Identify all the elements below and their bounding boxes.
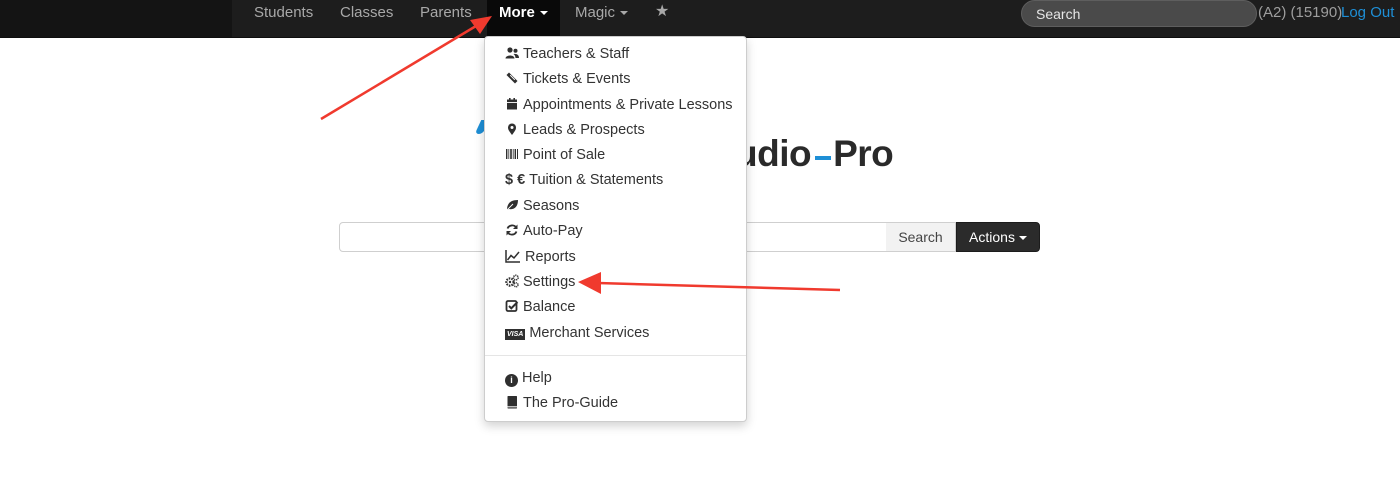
logo-text-right: Pro [833,133,894,174]
menu-item-label: Settings [523,274,576,290]
menu-item-auto-pay[interactable]: Auto-Pay [505,220,583,242]
menu-item-pro-guide[interactable]: The Pro-Guide [505,392,618,414]
cogs-icon [505,274,519,288]
menu-item-appointments[interactable]: Appointments & Private Lessons [505,94,733,116]
caret-down-icon [620,11,629,16]
ticket-icon [505,71,519,85]
users-icon [505,46,519,60]
book-icon [505,395,519,409]
nav-magic-label: Magic [575,4,616,21]
nav-more-label: More [499,4,535,21]
menu-item-point-of-sale[interactable]: Point of Sale [505,144,605,166]
currency-icon: $ € [505,172,526,188]
menu-item-label: Leads & Prospects [523,122,645,138]
leaf-icon [505,198,519,212]
navbar-search-input[interactable] [1021,0,1257,27]
info-circle-icon: i [505,374,518,387]
map-marker-icon [505,122,519,136]
account-code: (A2) (15190) [1258,4,1343,21]
annotation-arrow-more [320,24,477,121]
nav-classes[interactable]: Classes [340,0,393,26]
refresh-icon [505,223,519,237]
star-icon[interactable]: ★ [655,2,671,22]
menu-divider [485,355,746,356]
actions-button[interactable]: Actions [956,222,1040,252]
menu-item-label: Merchant Services [529,325,650,341]
menu-item-tuition-statements[interactable]: $ € Tuition & Statements [505,169,663,191]
nav-magic[interactable]: Magic [575,0,629,26]
menu-item-merchant-services[interactable]: VISA Merchant Services [505,322,649,344]
menu-item-leads-prospects[interactable]: Leads & Prospects [505,119,645,141]
menu-item-label: Appointments & Private Lessons [523,97,733,113]
menu-item-label: Reports [525,249,576,265]
caret-down-icon [1018,236,1027,241]
check-square-icon [505,299,519,313]
menu-item-label: The Pro-Guide [523,395,619,411]
menu-item-label: Teachers & Staff [523,46,630,62]
menu-item-label: Tickets & Events [523,71,631,87]
menu-item-help[interactable]: i Help [505,367,552,389]
nav-more[interactable]: More [487,0,560,37]
menu-item-label: Point of Sale [523,147,606,163]
nav-parents[interactable]: Parents [420,0,472,26]
menu-item-settings[interactable]: Settings [505,271,575,293]
calendar-icon [505,97,519,111]
menu-item-label: Tuition & Statements [529,172,664,188]
menu-item-teachers-staff[interactable]: Teachers & Staff [505,43,629,65]
line-chart-icon [505,249,521,263]
menu-item-tickets-events[interactable]: Tickets & Events [505,68,630,90]
menu-item-seasons[interactable]: Seasons [505,195,579,217]
actions-button-label: Actions [969,229,1015,245]
brand-area[interactable] [0,0,232,37]
menu-item-label: Help [522,370,552,386]
barcode-icon [505,147,519,161]
menu-item-reports[interactable]: Reports [505,246,576,268]
logo-dash [815,156,832,161]
logo: udio Pro [735,133,894,174]
menu-item-label: Seasons [523,198,580,214]
visa-card-icon: VISA [505,329,526,340]
menu-item-balance[interactable]: Balance [505,296,575,318]
more-dropdown-menu: Teachers & Staff Tickets & Events Appoin… [484,36,747,422]
top-navbar: Students Classes Parents More Magic ★ (A… [0,0,1400,38]
search-button[interactable]: Search [886,222,956,252]
logout-link[interactable]: Log Out [1341,0,1394,26]
menu-item-label: Balance [523,299,576,315]
nav-students[interactable]: Students [254,0,313,26]
menu-item-label: Auto-Pay [523,223,583,239]
caret-down-icon [539,11,548,16]
